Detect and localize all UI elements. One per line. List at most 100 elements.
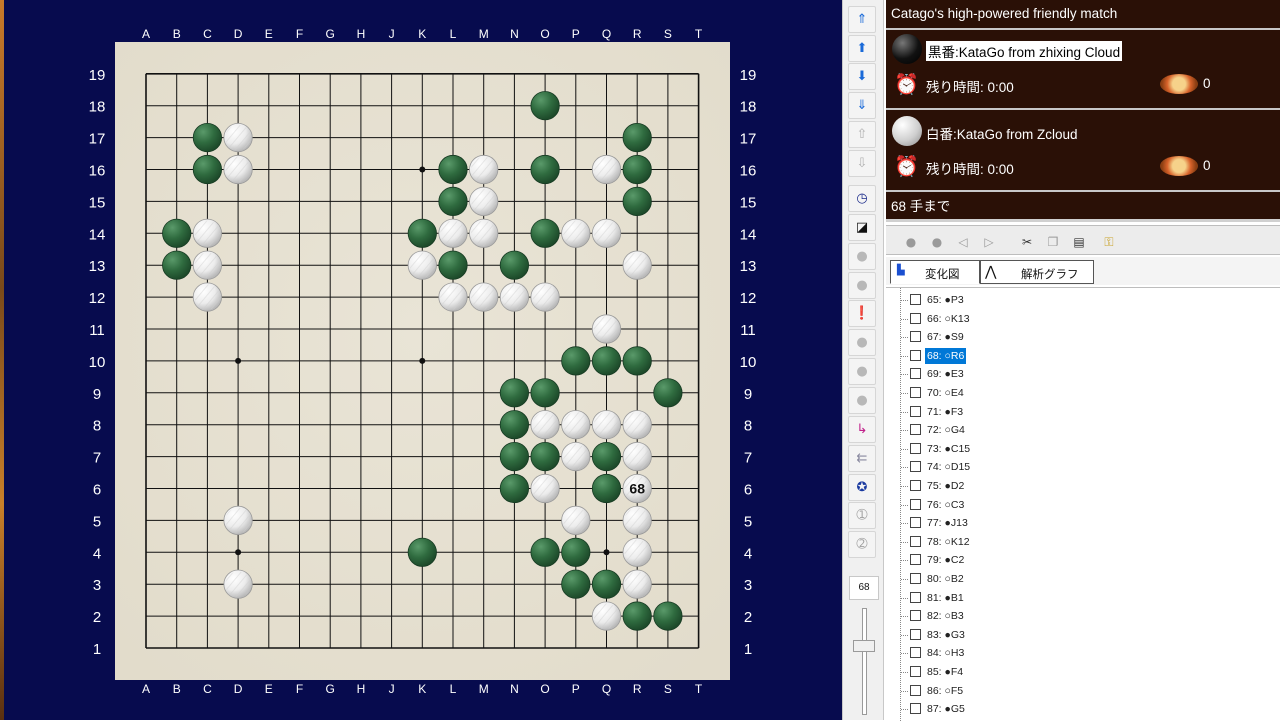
next-move-button[interactable]: ⬇ bbox=[848, 63, 876, 90]
tree-move-row[interactable]: 66: ○K13 bbox=[886, 310, 1280, 328]
last-move-button[interactable]: ⇓ bbox=[848, 92, 876, 119]
move-checkbox[interactable] bbox=[910, 666, 921, 677]
tab-variation[interactable]: ▙ 変化図 bbox=[890, 260, 980, 284]
copy-icon[interactable]: ❐ bbox=[1044, 235, 1062, 251]
move-label[interactable]: 84: ○H3 bbox=[925, 645, 966, 661]
nav-circle-icon[interactable]: ● bbox=[928, 235, 946, 251]
move-checkbox[interactable] bbox=[910, 387, 921, 398]
move-checkbox[interactable] bbox=[910, 442, 921, 454]
page-down-button[interactable]: ⇩ bbox=[848, 150, 876, 177]
black-stone[interactable] bbox=[499, 410, 530, 440]
go-board[interactable]: AABBCCDDEEFFGGHHJJKKLLMMNNOOPPQQRRSSTT1 1… bbox=[0, 0, 842, 720]
move-label[interactable]: 81: ●B1 bbox=[925, 590, 966, 606]
tree-move-row[interactable]: 79: ●C2 bbox=[886, 551, 1280, 569]
black-stone[interactable] bbox=[162, 250, 192, 280]
move-checkbox[interactable] bbox=[910, 461, 921, 473]
black-stone[interactable] bbox=[530, 378, 560, 408]
black-stone[interactable] bbox=[530, 218, 560, 248]
tree-move-row[interactable]: 75: ●D2 bbox=[886, 477, 1280, 495]
tree-move-row[interactable]: 73: ●C15 bbox=[886, 440, 1280, 458]
black-stone[interactable] bbox=[192, 154, 222, 185]
tree-move-row[interactable]: 82: ○B3 bbox=[886, 607, 1280, 625]
tree-move-row[interactable]: 67: ●S9 bbox=[886, 328, 1280, 346]
tree-move-row[interactable]: 70: ○E4 bbox=[886, 384, 1280, 402]
tree-move-row[interactable]: 74: ○D15 bbox=[886, 458, 1280, 476]
gray-button-5[interactable]: ● bbox=[848, 387, 876, 414]
gray-button-4[interactable]: ● bbox=[848, 358, 876, 385]
tree-move-row[interactable]: 85: ●F4 bbox=[886, 663, 1280, 681]
tree-move-row[interactable]: 80: ○B2 bbox=[886, 570, 1280, 588]
board-color-button[interactable]: ◪ bbox=[848, 214, 876, 241]
move-label[interactable]: 68: ○R6 bbox=[925, 347, 967, 364]
key-icon[interactable]: ⚿ bbox=[1100, 235, 1118, 251]
black-stone[interactable] bbox=[438, 250, 468, 280]
move-checkbox[interactable] bbox=[910, 647, 921, 659]
tree-move-row[interactable]: 78: ○K12 bbox=[886, 533, 1280, 551]
move-label[interactable]: 86: ○F5 bbox=[925, 683, 965, 699]
black-stone[interactable] bbox=[407, 218, 437, 248]
nav-circle-icon[interactable]: ● bbox=[902, 235, 920, 251]
gray-button-3[interactable]: ● bbox=[848, 329, 876, 356]
tree-move-row[interactable]: 83: ●G3 bbox=[886, 626, 1280, 644]
move-label[interactable]: 75: ●D2 bbox=[925, 478, 966, 494]
black-stone[interactable] bbox=[499, 250, 530, 280]
black-stone[interactable] bbox=[499, 473, 530, 504]
black-stone[interactable] bbox=[591, 569, 622, 599]
move-checkbox[interactable] bbox=[910, 368, 921, 380]
tree-move-row[interactable]: 71: ●F3 bbox=[886, 403, 1280, 421]
tree-move-row[interactable]: 81: ●B1 bbox=[886, 589, 1280, 607]
tree-move-row[interactable]: 86: ○F5 bbox=[886, 682, 1280, 700]
move-checkbox[interactable] bbox=[910, 480, 921, 491]
move-checkbox[interactable] bbox=[910, 703, 921, 715]
move-checkbox[interactable] bbox=[910, 684, 921, 696]
black-stone[interactable] bbox=[561, 537, 591, 567]
prev-move-button[interactable]: ⬆ bbox=[848, 35, 876, 62]
tree-move-row[interactable]: 76: ○C3 bbox=[886, 496, 1280, 514]
tree-move-row[interactable]: 65: ●P3 bbox=[886, 291, 1280, 309]
move-label[interactable]: 67: ●S9 bbox=[925, 329, 966, 345]
move-checkbox[interactable] bbox=[910, 331, 921, 343]
move-label[interactable]: 69: ●E3 bbox=[925, 366, 966, 382]
tree-move-row[interactable]: 69: ●E3 bbox=[886, 365, 1280, 383]
page-up-button[interactable]: ⇧ bbox=[848, 121, 876, 148]
black-stone[interactable] bbox=[438, 186, 468, 216]
move-checkbox[interactable] bbox=[910, 349, 921, 361]
first-move-button[interactable]: ⇑ bbox=[848, 6, 876, 33]
move-checkbox[interactable] bbox=[910, 405, 921, 417]
back-button[interactable]: ⇇ bbox=[848, 445, 876, 472]
move-label[interactable]: 71: ●F3 bbox=[925, 404, 965, 420]
move-checkbox[interactable] bbox=[910, 312, 921, 324]
black-stone[interactable] bbox=[622, 154, 652, 185]
black-stone[interactable] bbox=[438, 154, 468, 185]
black-stone[interactable] bbox=[561, 346, 591, 376]
move-label[interactable]: 74: ○D15 bbox=[925, 459, 972, 475]
black-stone[interactable] bbox=[530, 537, 560, 567]
move-label[interactable]: 76: ○C3 bbox=[925, 497, 966, 513]
move-label[interactable]: 82: ○B3 bbox=[925, 608, 966, 624]
tree-move-row[interactable]: 87: ●G5 bbox=[886, 700, 1280, 718]
tab-analysis[interactable]: ⋀ 解析グラフ bbox=[980, 260, 1094, 284]
clock-button[interactable]: ◷ bbox=[848, 185, 876, 212]
move-slider-thumb[interactable] bbox=[853, 639, 875, 652]
black-stone[interactable] bbox=[407, 537, 437, 567]
move-label[interactable]: 73: ●C15 bbox=[925, 441, 972, 457]
black-stone[interactable] bbox=[622, 123, 652, 153]
tree-move-row[interactable]: 84: ○H3 bbox=[886, 644, 1280, 662]
step-one-button[interactable]: ➀ bbox=[848, 502, 876, 529]
tree-move-row[interactable]: 77: ●J13 bbox=[886, 514, 1280, 532]
black-stone[interactable] bbox=[499, 441, 530, 472]
black-stone[interactable] bbox=[499, 378, 530, 408]
black-stone[interactable] bbox=[653, 378, 683, 408]
move-checkbox[interactable] bbox=[910, 517, 921, 529]
black-stone[interactable] bbox=[561, 569, 591, 599]
black-stone[interactable] bbox=[530, 441, 560, 472]
black-stone[interactable] bbox=[591, 473, 622, 504]
move-label[interactable]: 80: ○B2 bbox=[925, 571, 966, 587]
nav-prev-icon[interactable]: ◁ bbox=[954, 235, 972, 251]
gray-button-1[interactable]: ● bbox=[848, 243, 876, 270]
black-stone[interactable] bbox=[591, 441, 622, 472]
move-checkbox[interactable] bbox=[910, 554, 921, 566]
move-label[interactable]: 79: ●C2 bbox=[925, 552, 966, 568]
alert-button[interactable]: ❗ bbox=[848, 300, 876, 327]
black-stone[interactable] bbox=[162, 218, 192, 248]
